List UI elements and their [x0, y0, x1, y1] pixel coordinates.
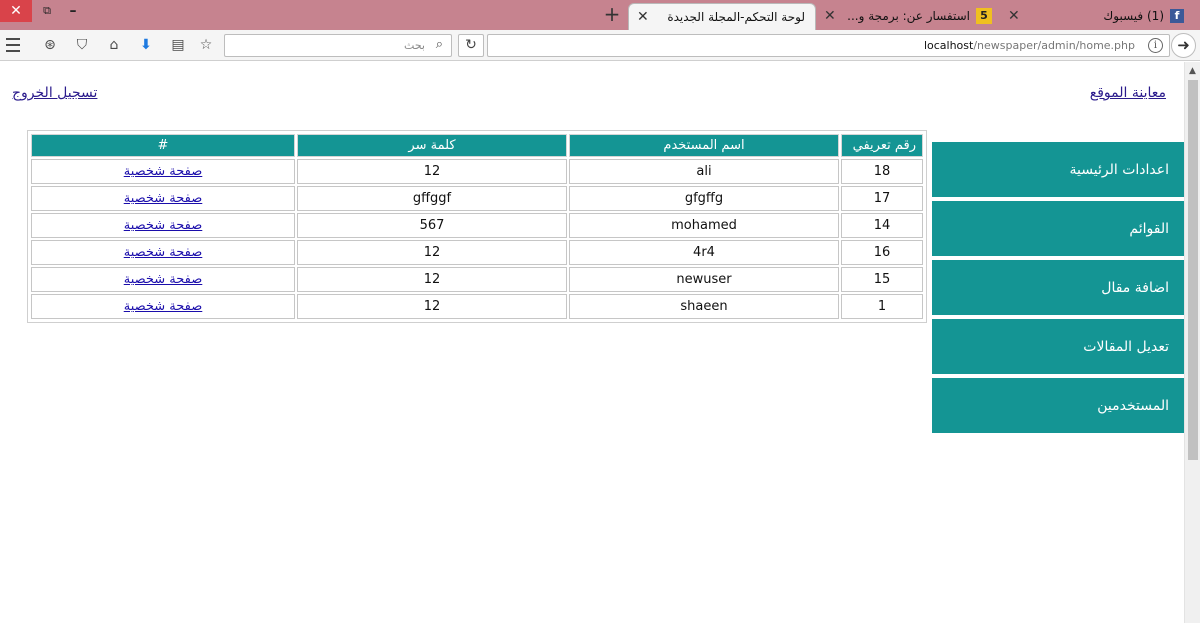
- header-username: اسم المستخدم: [569, 134, 839, 157]
- cell-password: 12: [297, 294, 567, 319]
- menu-item-home-settings[interactable]: اعدادات الرئيسية: [932, 142, 1184, 197]
- table-row: 1 shaeen 12 صفحة شخصية: [31, 294, 923, 319]
- search-placeholder: بحث: [404, 39, 425, 52]
- tab-title: لوحة التحكم-المجلة الجديدة: [667, 10, 805, 24]
- cell-id: 1: [841, 294, 923, 319]
- table-row: 16 4r4 12 صفحة شخصية: [31, 240, 923, 265]
- profile-link[interactable]: صفحة شخصية: [124, 299, 203, 314]
- cell-action: صفحة شخصية: [31, 159, 295, 184]
- restore-icon: ⧉: [43, 4, 51, 17]
- pocket-icon[interactable]: ⛉: [72, 35, 92, 55]
- table-row: 18 ali 12 صفحة شخصية: [31, 159, 923, 184]
- tab-strip: ✕ ⧉ – + لوحة التحكم-المجلة الجديدة ✕ 5 ا…: [0, 0, 1200, 30]
- window-close-button[interactable]: ✕: [0, 0, 32, 22]
- menu-item-edit-articles[interactable]: تعديل المقالات: [932, 319, 1184, 374]
- table-row: 14 mohamed 567 صفحة شخصية: [31, 213, 923, 238]
- url-text: localhost/newspaper/admin/home.php: [923, 39, 1135, 52]
- clipboard-icon[interactable]: ▤: [168, 35, 188, 55]
- menu-hamburger-icon[interactable]: [4, 35, 22, 55]
- tab-close-icon[interactable]: ✕: [637, 9, 649, 25]
- logout-link[interactable]: تسجيل الخروج: [12, 85, 97, 101]
- menu-item-add-article[interactable]: اضافة مقال: [932, 260, 1184, 315]
- download-icon[interactable]: ⬇: [136, 35, 156, 55]
- cell-username: ali: [569, 159, 839, 184]
- users-table: رقم تعريفي اسم المستخدم كلمة سر # 18 ali…: [27, 130, 927, 323]
- tab-close-icon[interactable]: ✕: [824, 8, 836, 24]
- navigation-toolbar: ⊛ ⛉ ⌂ ⬇ ▤ ☆ ⌕ بحث ↻ localhost/newspaper/…: [0, 30, 1200, 61]
- addon-icon[interactable]: ⊛: [40, 35, 60, 55]
- tab-admin[interactable]: لوحة التحكم-المجلة الجديدة ✕: [628, 3, 816, 30]
- profile-link[interactable]: صفحة شخصية: [124, 272, 203, 287]
- cell-username: shaeen: [569, 294, 839, 319]
- tab-close-icon[interactable]: ✕: [1008, 8, 1020, 24]
- preview-site-link[interactable]: معاينة الموقع: [1090, 85, 1166, 101]
- profile-link[interactable]: صفحة شخصية: [124, 164, 203, 179]
- page-content: معاينة الموقع تسجيل الخروج اعدادات الرئي…: [0, 62, 1184, 623]
- cell-id: 15: [841, 267, 923, 292]
- cell-username: 4r4: [569, 240, 839, 265]
- cell-password: 567: [297, 213, 567, 238]
- menu-item-users[interactable]: المستخدمين: [932, 378, 1184, 433]
- tab-title: استفسار عن: برمجة و...: [847, 9, 970, 23]
- search-input[interactable]: ⌕ بحث: [224, 34, 452, 57]
- plus-icon: +: [603, 2, 621, 26]
- cell-id: 17: [841, 186, 923, 211]
- cell-action: صفحة شخصية: [31, 213, 295, 238]
- profile-link[interactable]: صفحة شخصية: [124, 218, 203, 233]
- minimize-icon: –: [69, 3, 77, 19]
- profile-link[interactable]: صفحة شخصية: [124, 245, 203, 260]
- cell-username: mohamed: [569, 213, 839, 238]
- table-row: 15 newuser 12 صفحة شخصية: [31, 267, 923, 292]
- cell-password: 12: [297, 267, 567, 292]
- table-header-row: رقم تعريفي اسم المستخدم كلمة سر #: [31, 134, 923, 157]
- info-icon[interactable]: i: [1148, 38, 1163, 53]
- cell-id: 16: [841, 240, 923, 265]
- home-icon[interactable]: ⌂: [104, 35, 124, 55]
- cell-action: صفحة شخصية: [31, 186, 295, 211]
- cell-id: 18: [841, 159, 923, 184]
- cell-action: صفحة شخصية: [31, 294, 295, 319]
- search-icon: ⌕: [435, 37, 443, 52]
- reload-icon: ↻: [465, 37, 477, 53]
- arrow-right-icon: ➜: [1177, 36, 1190, 54]
- reload-button[interactable]: ↻: [458, 34, 484, 57]
- menu-item-lists[interactable]: القوائم: [932, 201, 1184, 256]
- forum-favicon-icon: 5: [976, 8, 992, 24]
- facebook-favicon-icon: f: [1170, 9, 1184, 23]
- header-id: رقم تعريفي: [841, 134, 923, 157]
- cell-password: 12: [297, 159, 567, 184]
- window-restore-button[interactable]: ⧉: [34, 0, 60, 22]
- cell-username: gfgffg: [569, 186, 839, 211]
- cell-username: newuser: [569, 267, 839, 292]
- table-row: 17 gfgffg gffggf صفحة شخصية: [31, 186, 923, 211]
- header-action: #: [31, 134, 295, 157]
- tab-facebook[interactable]: f (1) فيسبوك ✕: [1006, 3, 1196, 30]
- go-button[interactable]: ➜: [1171, 33, 1196, 58]
- profile-link[interactable]: صفحة شخصية: [124, 191, 203, 206]
- page-scrollbar[interactable]: ▲: [1184, 62, 1200, 623]
- cell-password: gffggf: [297, 186, 567, 211]
- tab-forum[interactable]: 5 استفسار عن: برمجة و... ✕: [824, 3, 1000, 30]
- cell-action: صفحة شخصية: [31, 267, 295, 292]
- header-password: كلمة سر: [297, 134, 567, 157]
- scroll-up-icon[interactable]: ▲: [1189, 66, 1196, 76]
- bookmark-star-icon[interactable]: ☆: [196, 35, 216, 55]
- cell-password: 12: [297, 240, 567, 265]
- close-icon: ✕: [10, 3, 22, 19]
- cell-id: 14: [841, 213, 923, 238]
- admin-sidebar: اعدادات الرئيسية القوائم اضافة مقال تعدي…: [932, 142, 1184, 437]
- url-bar[interactable]: localhost/newspaper/admin/home.php i: [487, 34, 1170, 57]
- tab-title: (1) فيسبوك: [1103, 9, 1164, 23]
- window-minimize-button[interactable]: –: [60, 0, 86, 22]
- new-tab-button[interactable]: +: [600, 4, 624, 26]
- cell-action: صفحة شخصية: [31, 240, 295, 265]
- scrollbar-thumb[interactable]: [1188, 80, 1198, 460]
